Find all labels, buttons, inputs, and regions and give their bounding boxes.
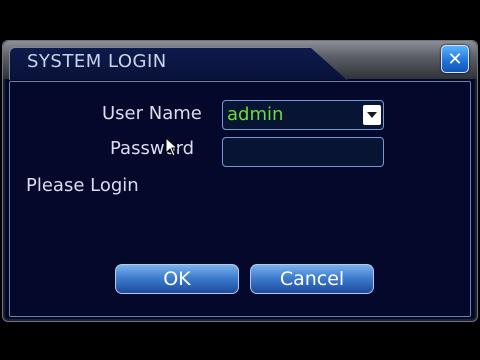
chevron-down-icon <box>367 112 377 118</box>
cancel-button[interactable]: Cancel <box>250 264 374 294</box>
password-label: Password <box>110 138 195 159</box>
username-dropdown[interactable]: admin <box>222 100 384 130</box>
dropdown-toggle[interactable] <box>363 105 381 125</box>
status-text: Please Login <box>26 175 139 196</box>
close-icon: ✕ <box>447 48 463 70</box>
title-bar: SYSTEM LOGIN ✕ <box>3 41 477 80</box>
ok-button[interactable]: OK <box>115 264 239 294</box>
password-field[interactable] <box>222 137 384 167</box>
dialog-title: SYSTEM LOGIN <box>27 51 167 72</box>
username-label: User Name <box>102 103 202 124</box>
mouse-cursor-icon <box>165 137 179 157</box>
username-value: admin <box>227 104 284 125</box>
close-button[interactable]: ✕ <box>441 45 469 73</box>
